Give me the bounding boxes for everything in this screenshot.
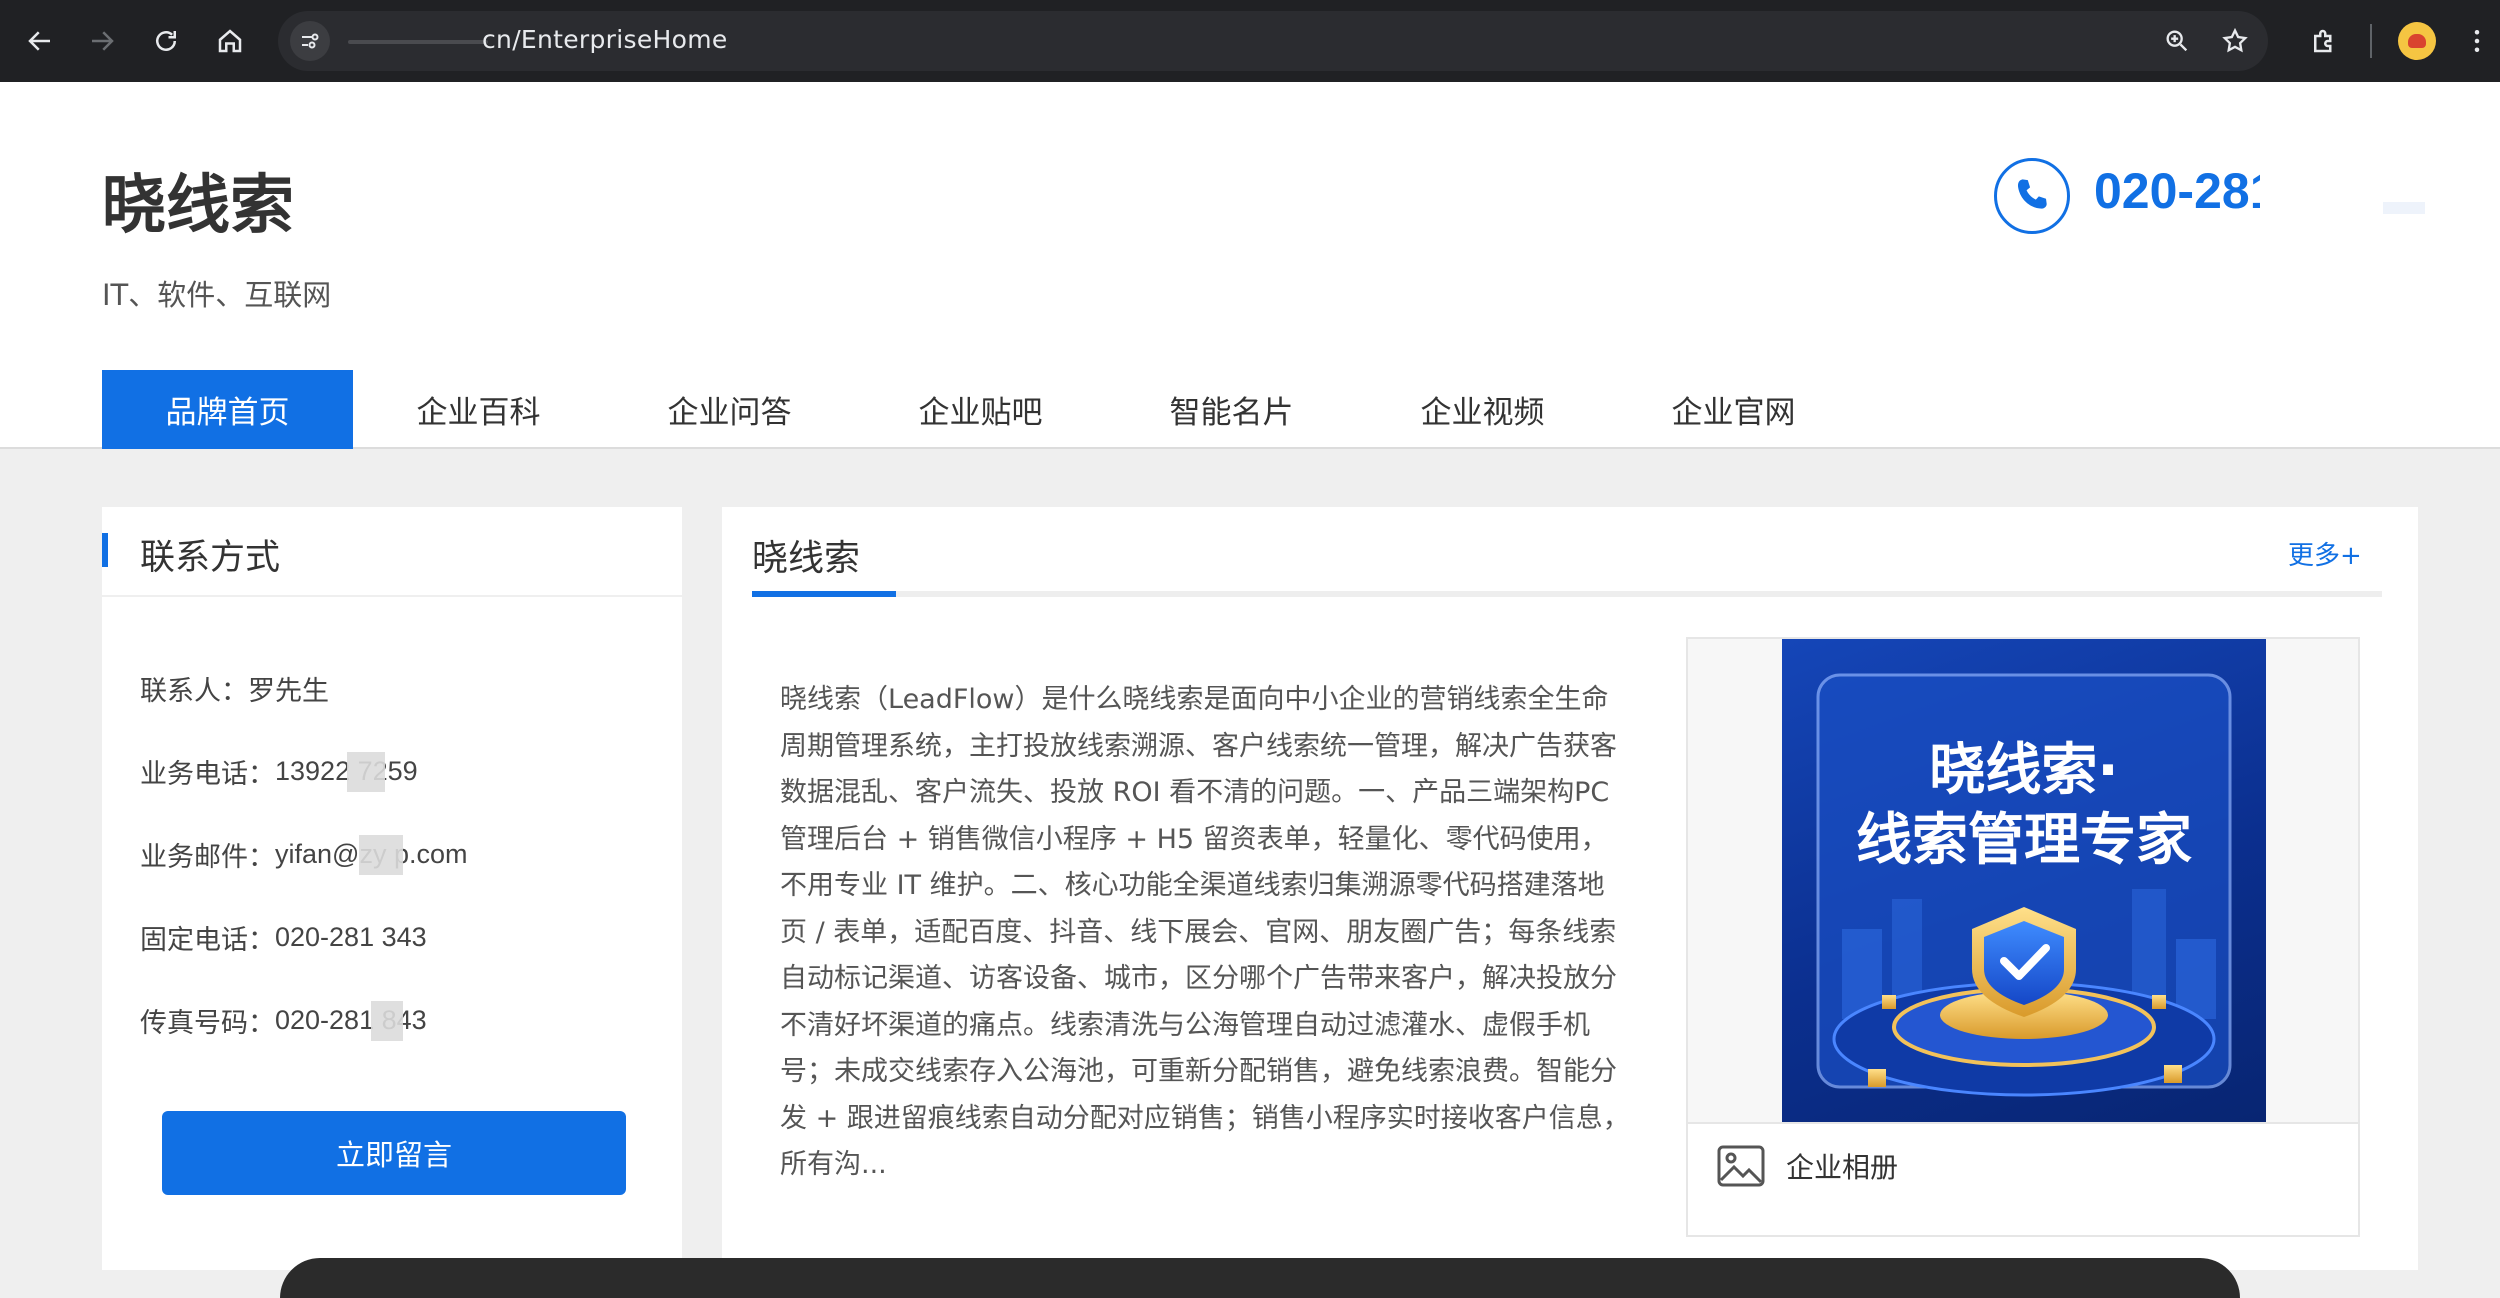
section-divider-active	[752, 591, 896, 597]
contact-title: 联系方式	[140, 538, 281, 578]
contact-label: 业务邮件：	[140, 842, 275, 873]
menu-icon[interactable]	[2462, 21, 2492, 61]
business-phone-row: 业务电话： 13922 7259	[140, 752, 418, 792]
tab-video[interactable]: 企业视频	[1357, 370, 1608, 449]
hotline-number: 020-281	[2094, 163, 2260, 219]
tab-encyclopedia[interactable]: 企业百科	[353, 370, 604, 449]
home-icon[interactable]	[210, 21, 250, 61]
album-poster-image[interactable]: 晓线索· 线索管理专家	[1782, 639, 2266, 1122]
contact-label: 业务电话：	[140, 759, 275, 790]
brand-description: 晓线索（LeadFlow）是什么晓线索是面向中小企业的营销线索全生命周期管理系统…	[780, 684, 1630, 1180]
section-divider	[752, 591, 2382, 597]
redaction-mask	[347, 752, 385, 792]
browser-toolbar: cn/EnterpriseHome	[0, 0, 2500, 82]
album-caption-bar[interactable]: 企业相册	[1688, 1122, 2358, 1235]
url-redaction	[348, 40, 488, 44]
landline-row: 固定电话： 020-281 343	[140, 918, 427, 957]
fax-row: 传真号码： 020-281 843	[140, 1001, 427, 1041]
tab-forum[interactable]: 企业贴吧	[855, 370, 1106, 449]
enterprise-tabs: 品牌首页 企业百科 企业问答 企业贴吧 智能名片 企业视频 企业官网	[102, 370, 1859, 449]
business-email-row: 业务邮件： yifan@zy p.com	[140, 835, 467, 875]
extensions-icon[interactable]	[2304, 21, 2344, 61]
enterprise-header: 晓线索 IT、软件、互联网 020-281 品牌首页 企业百科 企业问答 企业贴…	[0, 82, 2500, 449]
contact-value: 罗先生	[248, 676, 329, 706]
contact-value: 020-281 343	[275, 922, 427, 952]
more-link[interactable]: 更多+	[2288, 535, 2362, 572]
brand-industry: IT、软件、互联网	[102, 278, 332, 312]
tab-smart-card[interactable]: 智能名片	[1106, 370, 1357, 449]
contact-person-row: 联系人： 罗先生	[140, 669, 329, 708]
contact-value: 13922 7259	[275, 752, 418, 792]
zoom-icon[interactable]	[2160, 24, 2194, 58]
brand-intro-card: 晓线索 更多+ 晓线索（LeadFlow）是什么晓线索是面向中小企业的营销线索全…	[722, 507, 2418, 1270]
poster-line-2: 线索管理专家	[1856, 808, 2192, 873]
profile-icon[interactable]	[2398, 22, 2436, 60]
poster-line-1: 晓线索·	[1929, 738, 2118, 803]
site-info-icon[interactable]	[290, 21, 330, 61]
image-icon	[1716, 1144, 1766, 1188]
contact-card: 联系方式 联系人： 罗先生 业务电话： 13922 7259 业务邮件： yif…	[102, 507, 682, 1270]
title-accent-bar	[102, 533, 108, 567]
section-title: 晓线索	[752, 538, 861, 579]
fax-value: 020-281 843	[275, 1005, 427, 1035]
leave-message-button[interactable]: 立即留言	[162, 1111, 626, 1195]
reload-icon[interactable]	[146, 21, 186, 61]
contact-value: 020-281 843	[275, 1001, 427, 1041]
star-icon[interactable]	[2218, 24, 2252, 58]
address-bar[interactable]: cn/EnterpriseHome	[278, 11, 2268, 71]
contact-label: 联系人：	[140, 676, 248, 707]
hotline-redaction	[2383, 202, 2425, 214]
tab-brand-home[interactable]: 品牌首页	[102, 370, 353, 449]
tab-official-site[interactable]: 企业官网	[1608, 370, 1859, 449]
avatar	[2408, 34, 2426, 48]
contact-label: 固定电话：	[140, 925, 275, 956]
phone-icon	[1994, 158, 2070, 234]
tab-qa[interactable]: 企业问答	[604, 370, 855, 449]
bottom-overlay	[280, 1258, 2240, 1298]
redaction-mask	[371, 1001, 403, 1041]
redaction-mask	[359, 835, 403, 875]
album-label: 企业相册	[1786, 1151, 1899, 1184]
contact-card-header: 联系方式	[102, 507, 682, 597]
toolbar-divider	[2370, 24, 2372, 58]
contact-label: 传真号码：	[140, 1008, 275, 1039]
enterprise-album[interactable]: 晓线索· 线索管理专家 企业相册	[1686, 637, 2360, 1237]
contact-value: yifan@zy p.com	[275, 835, 467, 875]
forward-icon[interactable]	[82, 21, 122, 61]
back-icon[interactable]	[20, 21, 60, 61]
url-text[interactable]: cn/EnterpriseHome	[482, 25, 728, 54]
brand-title: 晓线索	[102, 169, 294, 243]
